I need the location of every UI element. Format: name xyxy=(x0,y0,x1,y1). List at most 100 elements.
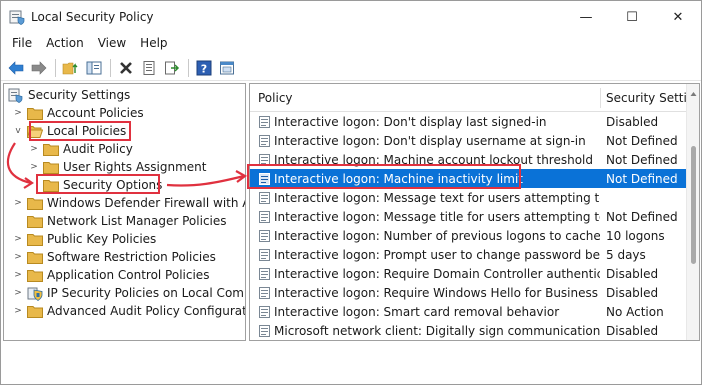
toolbar-separator xyxy=(110,58,111,77)
tree-item-network-list-manager[interactable]: Network List Manager Policies xyxy=(27,212,227,230)
table-row[interactable]: Interactive logon: Require Domain Contro… xyxy=(250,264,688,283)
folder-icon xyxy=(27,269,43,282)
policy-setting: Disabled xyxy=(606,266,659,281)
policy-icon xyxy=(258,210,272,224)
back-arrow-icon[interactable] xyxy=(5,57,27,79)
table-row[interactable]: Interactive logon: Prompt user to change… xyxy=(250,245,688,264)
column-header-security-setting[interactable]: Security Settin xyxy=(606,91,694,105)
tree-item-account-policies[interactable]: > Account Policies xyxy=(12,104,144,122)
forward-arrow-icon[interactable] xyxy=(28,57,50,79)
folder-icon xyxy=(27,197,43,210)
chevron-right-icon[interactable]: > xyxy=(12,233,24,245)
close-button[interactable]: ✕ xyxy=(655,1,701,33)
table-row[interactable]: Microsoft network client: Digitally sign… xyxy=(250,321,688,340)
folder-icon xyxy=(27,107,43,120)
table-row[interactable]: Interactive logon: Message text for user… xyxy=(250,188,688,207)
chevron-right-icon[interactable]: > xyxy=(28,143,40,155)
policy-name: Interactive logon: Message title for use… xyxy=(274,209,600,224)
tree-root[interactable]: Security Settings xyxy=(8,86,130,104)
table-row[interactable]: Interactive logon: Require Windows Hello… xyxy=(250,283,688,302)
scrollbar-thumb[interactable] xyxy=(691,146,696,264)
policy-list-view: ^ Policy Security Settin Interactive log… xyxy=(249,83,700,341)
policy-name: Interactive logon: Prompt user to change… xyxy=(274,247,600,262)
folder-icon xyxy=(27,305,43,318)
tree-item-ip-security[interactable]: > IP Security Policies on Local Compute xyxy=(12,284,245,302)
tree-item-windows-defender-firewall[interactable]: > Windows Defender Firewall with Adva xyxy=(12,194,245,212)
title-bar: Local Security Policy — ☐ ✕ xyxy=(1,1,701,33)
policy-setting: Not Defined xyxy=(606,152,678,167)
tree-item-application-control[interactable]: > Application Control Policies xyxy=(12,266,209,284)
vertical-scrollbar[interactable] xyxy=(686,84,699,340)
scroll-up-icon[interactable] xyxy=(690,86,697,96)
up-folder-icon[interactable] xyxy=(60,57,82,79)
column-divider[interactable] xyxy=(600,88,601,108)
help-topics-icon[interactable] xyxy=(216,57,238,79)
folder-icon xyxy=(43,143,59,156)
chevron-right-icon[interactable]: > xyxy=(12,251,24,263)
list-header: ^ Policy Security Settin xyxy=(250,84,694,112)
chevron-right-icon[interactable]: > xyxy=(12,197,24,209)
policy-icon xyxy=(258,267,272,281)
tree-item-label: Application Control Policies xyxy=(47,268,210,282)
policy-name: Interactive logon: Don't display last si… xyxy=(274,114,547,129)
toolbar: ? xyxy=(1,55,701,81)
tree-root-label: Security Settings xyxy=(28,88,131,102)
export-list-icon[interactable] xyxy=(161,57,183,79)
chevron-down-icon[interactable]: v xyxy=(12,125,24,137)
tree-item-public-key-policies[interactable]: > Public Key Policies xyxy=(12,230,156,248)
tree-item-label: Advanced Audit Policy Configuration xyxy=(47,304,246,318)
show-hide-tree-icon[interactable] xyxy=(83,57,105,79)
policy-icon xyxy=(258,305,272,319)
policy-icon xyxy=(258,248,272,262)
tree-item-advanced-audit[interactable]: > Advanced Audit Policy Configuration xyxy=(12,302,246,320)
tree-item-label: User Rights Assignment xyxy=(63,160,207,174)
window-title: Local Security Policy xyxy=(31,10,154,24)
table-row[interactable]: Interactive logon: Don't display last si… xyxy=(250,112,688,131)
policy-name: Interactive logon: Smart card removal be… xyxy=(274,304,560,319)
tree-item-label: Account Policies xyxy=(47,106,144,120)
security-settings-icon xyxy=(8,87,24,103)
chevron-right-icon[interactable]: > xyxy=(12,287,24,299)
menu-view[interactable]: View xyxy=(91,36,133,50)
highlight-inactivity-limit xyxy=(247,164,521,189)
column-header-policy[interactable]: Policy xyxy=(258,91,293,105)
table-row[interactable]: Interactive logon: Number of previous lo… xyxy=(250,226,688,245)
policy-name: Interactive logon: Message text for user… xyxy=(274,190,600,205)
minimize-button[interactable]: — xyxy=(563,1,609,33)
folder-icon xyxy=(27,233,43,246)
table-row[interactable]: Interactive logon: Smart card removal be… xyxy=(250,302,688,321)
tree-item-label: Software Restriction Policies xyxy=(47,250,216,264)
chevron-right-icon[interactable]: > xyxy=(12,305,24,317)
policy-setting: Not Defined xyxy=(606,171,678,186)
highlight-security-options xyxy=(36,174,160,194)
policy-icon xyxy=(258,115,272,129)
menu-bar: File Action View Help xyxy=(1,33,175,53)
toolbar-separator xyxy=(188,58,189,77)
menu-file[interactable]: File xyxy=(5,36,39,50)
policy-setting: Disabled xyxy=(606,323,659,338)
folder-icon xyxy=(43,161,59,174)
policy-setting: Disabled xyxy=(606,114,659,129)
table-row[interactable]: Interactive logon: Message title for use… xyxy=(250,207,688,226)
policy-icon xyxy=(258,229,272,243)
properties-icon[interactable] xyxy=(138,57,160,79)
policy-icon xyxy=(258,191,272,205)
menu-action[interactable]: Action xyxy=(39,36,91,50)
chevron-right-icon[interactable]: > xyxy=(12,107,24,119)
chevron-right-icon[interactable]: > xyxy=(12,269,24,281)
ip-security-shield-icon xyxy=(27,285,43,301)
policy-setting: Disabled xyxy=(606,285,659,300)
policy-name: Interactive logon: Number of previous lo… xyxy=(274,228,600,243)
tree-item-label: Audit Policy xyxy=(63,142,133,156)
policy-setting: Not Defined xyxy=(606,209,678,224)
policy-icon xyxy=(258,134,272,148)
table-row[interactable]: Interactive logon: Don't display usernam… xyxy=(250,131,688,150)
chevron-right-icon[interactable]: > xyxy=(28,161,40,173)
delete-icon[interactable] xyxy=(115,57,137,79)
tree-item-audit-policy[interactable]: > Audit Policy xyxy=(28,140,133,158)
menu-help[interactable]: Help xyxy=(133,36,174,50)
tree-item-software-restriction[interactable]: > Software Restriction Policies xyxy=(12,248,216,266)
help-icon[interactable]: ? xyxy=(193,57,215,79)
svg-text:?: ? xyxy=(201,62,207,75)
maximize-button[interactable]: ☐ xyxy=(609,1,655,33)
